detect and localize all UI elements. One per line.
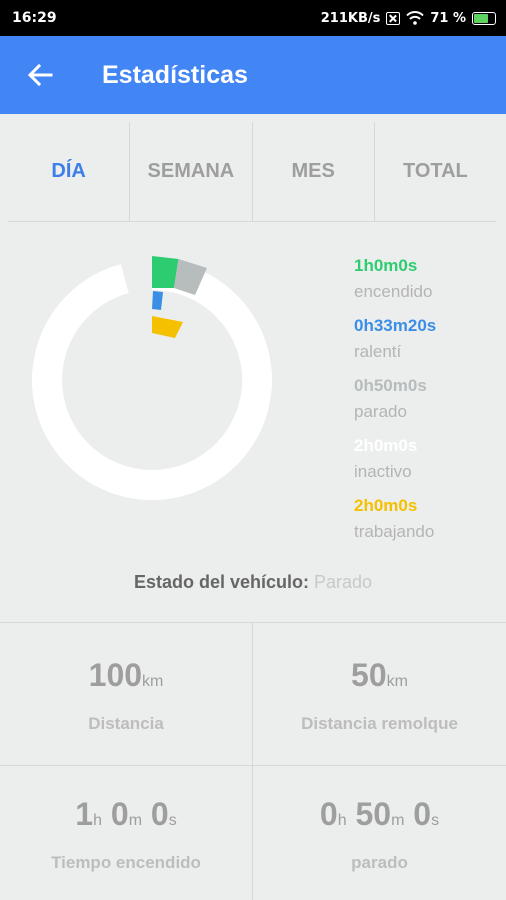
vehicle-state-label: Estado del vehículo: [133,572,309,592]
back-button[interactable] [0,36,80,114]
tab-total[interactable]: TOTAL [375,122,496,221]
legend-value: 0h50m0s [354,376,427,395]
stopped-minutes: 50 [355,796,392,832]
legend-item-trabajando: 2h0m0s trabajando [354,494,436,554]
legend-value: 2h0m0s [354,436,418,455]
legend-value: 0h33m20s [354,316,437,335]
app-bar: Estadísticas [0,36,506,114]
chart-legend: 1h0m0s encendido 0h33m20s ralentí 0h50m0… [354,254,436,554]
network-speed: 211KB/s [320,10,381,26]
page-title: Estadísticas [102,60,248,89]
vehicle-state-value: Parado [314,572,373,592]
battery-percent: 71 % [430,10,466,26]
period-tabs: DÍA SEMANA MES TOTAL [8,122,496,222]
legend-item-inactivo: 2h0m0s inactivo [354,434,436,494]
legend-label: parado [354,402,407,421]
legend-label: inactivo [354,462,412,481]
stopped-time-label: parado [351,853,408,872]
on-time-label: Tiempo encendido [51,853,201,872]
tab-month[interactable]: MES [253,122,375,221]
legend-item-ralenti: 0h33m20s ralentí [354,314,436,374]
donut-segment-ralenti [152,291,163,310]
distance-label: Distancia [88,713,164,733]
legend-item-encendido: 1h0m0s encendido [354,254,436,314]
wifi-icon [406,11,425,25]
on-time-minutes: 0 [110,796,129,832]
trailer-distance-unit: km [386,672,408,690]
legend-label: ralentí [354,342,402,361]
stopped-seconds: 0 [413,796,432,832]
vehicle-state: Estado del vehículo: Parado [0,572,506,593]
legend-label: encendido [354,282,433,301]
on-time-hours: 1 [75,796,94,832]
tab-week[interactable]: SEMANA [130,122,253,221]
notification-x-icon [386,11,401,25]
on-time-seconds: 0 [150,796,169,832]
distance-unit: km [142,672,164,690]
stat-distance: 100km Distancia [0,623,253,766]
back-arrow-icon [27,63,53,87]
stat-trailer-distance: 50km Distancia remolque [253,623,506,766]
status-donut-chart [28,256,276,504]
donut-segment-inactivo [31,260,272,500]
stat-stopped-time: 0h 50m 0s parado [253,766,506,900]
hours-unit: h [337,812,347,829]
legend-label: trabajando [354,522,435,541]
stat-on-time: 1h 0m 0s Tiempo encendido [0,766,253,900]
donut-segment-encendido [152,256,179,288]
status-bar: 16:29 211KB/s 71 % [0,0,506,36]
legend-value: 2h0m0s [354,496,418,515]
stats-grid: 100km Distancia 50km Distancia remolque … [0,622,506,900]
minutes-unit: m [128,812,143,829]
minutes-unit: m [391,812,405,829]
hours-unit: h [93,812,102,829]
trailer-distance-label: Distancia remolque [301,713,458,733]
trailer-distance-value: 50 [351,656,387,693]
distance-value: 100 [88,656,143,693]
tab-day[interactable]: DÍA [8,122,131,221]
seconds-unit: s [168,812,177,829]
status-icons: 211KB/s 71 % [321,11,496,26]
donut-segment-trabajando [152,316,183,338]
status-time: 16:29 [12,10,57,26]
seconds-unit: s [431,812,440,829]
battery-icon [472,11,496,25]
stopped-hours: 0 [319,796,338,832]
legend-item-parado: 0h50m0s parado [354,374,436,434]
legend-value: 1h0m0s [354,256,418,275]
